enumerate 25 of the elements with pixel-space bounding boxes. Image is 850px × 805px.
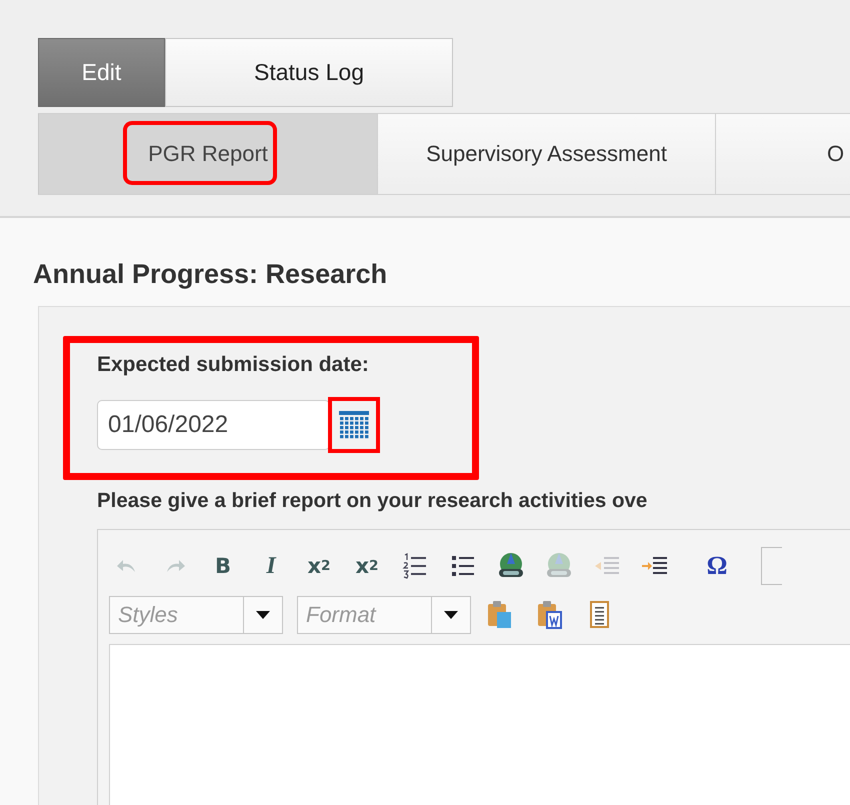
dropdown-placeholder: Styles [117,601,179,629]
clipboard-document-icon [536,600,564,630]
globe-chain-icon [544,552,574,580]
section-heading: Annual Progress: Research [33,258,388,291]
caret-icon [256,611,270,619]
format-button[interactable]: B [205,546,241,586]
format-button[interactable]: Ω [699,546,735,586]
field-label: Expected submission date: [97,353,370,377]
tab[interactable]: O [716,113,850,195]
calendar-icon [339,411,369,439]
calendar-button[interactable] [328,397,380,453]
caret-icon [444,611,458,619]
numbered-list-icon [402,553,428,579]
field-label: Please give a brief report on your research activities ove [97,489,648,513]
clipboard-icon [486,600,514,630]
tab[interactable]: Status Log [165,38,453,107]
tab[interactable]: Supervisory Assessment [378,113,716,195]
globe-chain-icon [496,552,526,580]
format-button[interactable]: I [253,546,289,586]
document-icon [590,600,610,630]
tab[interactable]: Edit [38,38,165,107]
bulleted-list-icon [450,553,476,579]
tab[interactable]: PGR Report [38,113,378,195]
date-field[interactable]: 01/06/2022 [97,400,330,450]
dropdown-placeholder: Format [305,601,378,629]
